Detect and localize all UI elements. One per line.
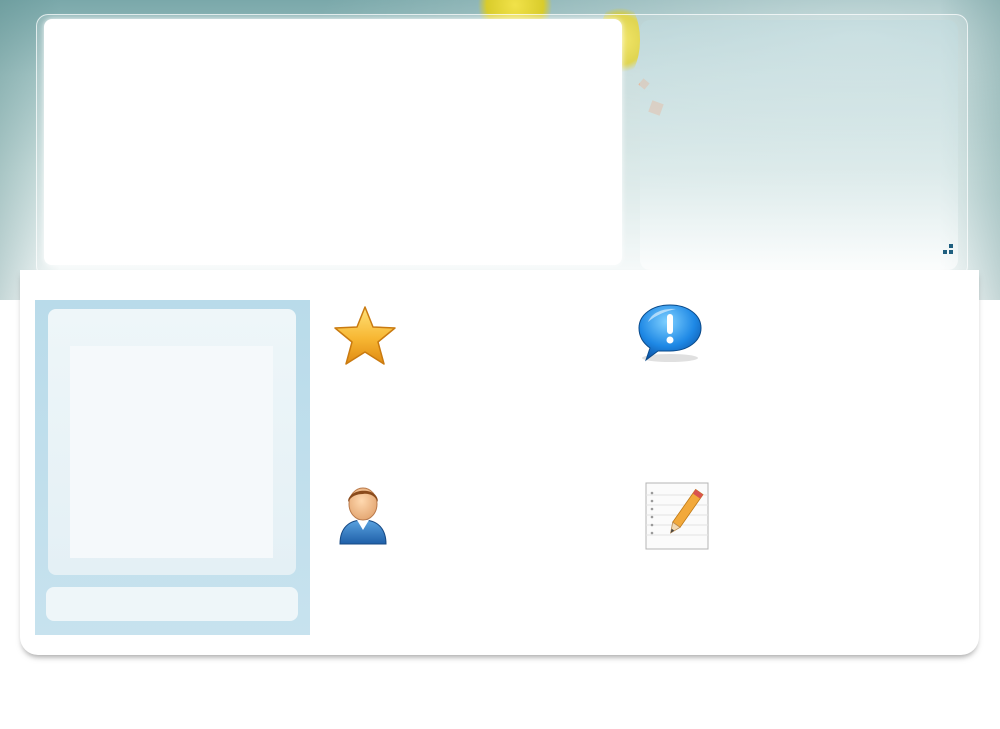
header-panel bbox=[44, 19, 622, 265]
feature-text-star bbox=[408, 310, 608, 440]
resize-grip-icon[interactable] bbox=[943, 244, 955, 256]
header-right-panel bbox=[640, 20, 958, 270]
feature-text-notepad bbox=[720, 482, 920, 612]
page bbox=[0, 0, 1000, 729]
sidebar-card-body bbox=[70, 346, 273, 558]
user-icon[interactable] bbox=[335, 482, 391, 546]
star-icon[interactable] bbox=[333, 305, 397, 367]
notepad-pencil-icon[interactable] bbox=[644, 481, 710, 551]
sidebar-footer[interactable] bbox=[46, 587, 298, 621]
feature-text-user bbox=[408, 482, 608, 612]
feature-text-info bbox=[715, 310, 915, 440]
sidebar-card-heading bbox=[55, 314, 255, 344]
info-bubble-icon[interactable] bbox=[636, 302, 704, 364]
